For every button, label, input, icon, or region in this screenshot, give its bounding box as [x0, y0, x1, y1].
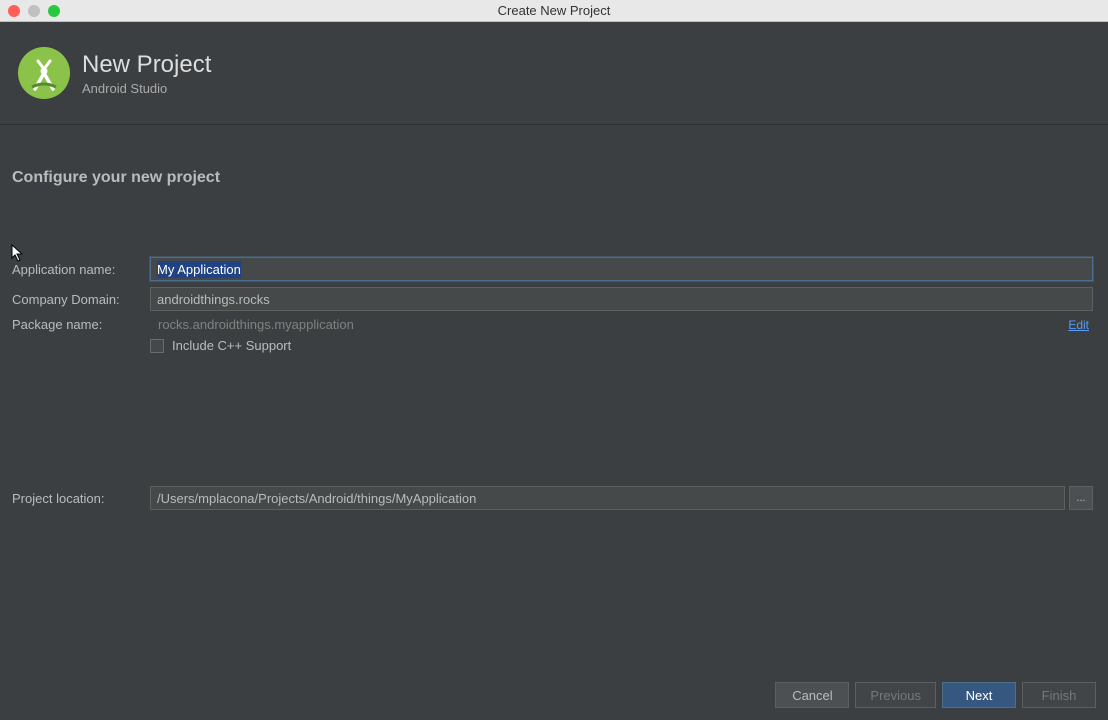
application-name-label: Application name: [12, 262, 150, 277]
minimize-window-button[interactable] [28, 5, 40, 17]
close-window-button[interactable] [8, 5, 20, 17]
finish-button: Finish [1022, 682, 1096, 708]
next-button[interactable]: Next [942, 682, 1016, 708]
wizard-content: Configure your new project Application n… [0, 125, 1108, 510]
project-location-input[interactable] [150, 486, 1065, 510]
package-name-value: rocks.androidthings.myapplication [150, 317, 1068, 332]
traffic-lights [0, 5, 60, 17]
company-domain-input[interactable] [150, 287, 1093, 311]
package-name-label: Package name: [12, 317, 150, 332]
edit-package-link[interactable]: Edit [1068, 318, 1089, 332]
window-title: Create New Project [498, 3, 611, 18]
include-cpp-label: Include C++ Support [172, 338, 291, 353]
previous-button: Previous [855, 682, 936, 708]
wizard-footer: Cancel Previous Next Finish [775, 682, 1096, 708]
company-domain-label: Company Domain: [12, 292, 150, 307]
application-name-input[interactable]: My Application [150, 257, 1093, 281]
window-titlebar: Create New Project [0, 0, 1108, 22]
wizard-subtitle: Android Studio [82, 81, 211, 96]
include-cpp-checkbox[interactable] [150, 339, 164, 353]
maximize-window-button[interactable] [48, 5, 60, 17]
wizard-header: New Project Android Studio [0, 22, 1108, 125]
project-location-label: Project location: [12, 491, 150, 506]
wizard-title: New Project [82, 51, 211, 79]
section-title: Configure your new project [12, 169, 1093, 187]
browse-location-button[interactable]: ... [1069, 486, 1093, 510]
android-studio-logo-icon [18, 47, 70, 99]
cancel-button[interactable]: Cancel [775, 682, 849, 708]
